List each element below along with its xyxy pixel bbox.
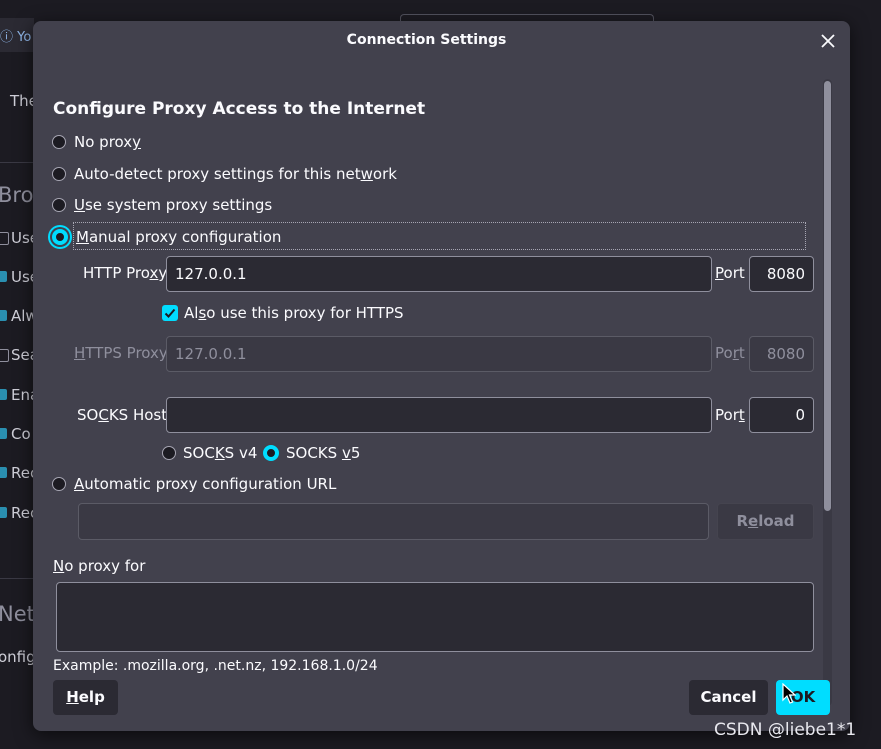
- radio-label: Auto-detect proxy settings for this netw…: [74, 165, 397, 183]
- also-https-checkbox-row[interactable]: Also use this proxy for HTTPS: [162, 304, 404, 322]
- socks-host-label: SOCKS Host: [77, 406, 168, 424]
- radio-button[interactable]: [52, 135, 66, 149]
- no-proxy-for-textarea[interactable]: [56, 582, 814, 652]
- help-button[interactable]: Help: [53, 680, 118, 715]
- socks-port-input[interactable]: 0: [749, 397, 814, 433]
- radio-label: Use system proxy settings: [74, 196, 273, 214]
- background-divider: [0, 162, 34, 163]
- section-heading: Configure Proxy Access to the Internet: [53, 99, 426, 119]
- https-proxy-label: HTTPS Proxy: [74, 344, 168, 362]
- checkmark-icon: [164, 308, 176, 318]
- background-checkbox: [0, 428, 7, 439]
- radio-button[interactable]: [162, 446, 176, 460]
- https-port-label: Port: [715, 344, 745, 362]
- radio-label: SOCKS v5: [286, 444, 361, 462]
- background-notification-text: ⓘ Yo: [0, 30, 32, 45]
- radio-system-proxy[interactable]: Use system proxy settings: [52, 194, 272, 216]
- reload-button[interactable]: Reload: [717, 503, 814, 540]
- socks-port-label: Port: [715, 406, 745, 424]
- http-port-input[interactable]: 8080: [749, 256, 814, 292]
- background-checkbox: [0, 389, 7, 400]
- background-checkbox: [0, 310, 7, 321]
- mouse-cursor-icon: [782, 682, 797, 705]
- radio-button[interactable]: [263, 445, 279, 461]
- radio-button[interactable]: [52, 477, 66, 491]
- background-text: onfig: [0, 648, 36, 666]
- watermark: CSDN @liebe1*1: [714, 720, 857, 740]
- radio-auto-proxy-url[interactable]: Automatic proxy configuration URL: [52, 473, 336, 495]
- https-proxy-input[interactable]: 127.0.0.1: [166, 336, 712, 372]
- radio-no-proxy[interactable]: No proxy: [52, 131, 141, 153]
- http-port-label: Port: [715, 264, 745, 282]
- background-checkbox: [0, 232, 9, 245]
- background-checkbox: [0, 349, 9, 362]
- no-proxy-for-label: No proxy for: [53, 557, 146, 575]
- connection-settings-dialog: Connection Settings Configure Proxy Acce…: [33, 21, 850, 731]
- auto-proxy-url-input[interactable]: [78, 503, 709, 540]
- radio-label: SOCKS v4: [183, 444, 258, 462]
- also-https-label: Also use this proxy for HTTPS: [184, 304, 404, 322]
- radio-manual-proxy[interactable]: Manual proxy configuration: [52, 226, 281, 248]
- checkbox-checked[interactable]: [162, 305, 178, 321]
- dialog-scrollbar[interactable]: [823, 79, 832, 706]
- no-proxy-example: Example: .mozilla.org, .net.nz, 192.168.…: [53, 658, 378, 674]
- background-notification-bar: ⓘ Yo: [0, 18, 34, 52]
- close-icon[interactable]: [817, 30, 839, 52]
- socks-host-input[interactable]: [166, 397, 712, 433]
- dialog-titlebar: Connection Settings: [33, 21, 850, 61]
- background-checkbox: [0, 507, 7, 518]
- background-checkbox: [0, 467, 7, 478]
- dialog-title: Connection Settings: [346, 32, 507, 48]
- background-checkbox: [0, 271, 7, 282]
- radio-label: No proxy: [74, 133, 142, 151]
- radio-button[interactable]: [52, 198, 66, 212]
- radio-socks-v5[interactable]: SOCKS v5: [263, 442, 360, 464]
- radio-label: Automatic proxy configuration URL: [74, 475, 337, 493]
- radio-socks-v4[interactable]: SOCKS v4: [162, 442, 257, 464]
- background-text: Co: [11, 425, 31, 443]
- radio-label: Manual proxy configuration: [76, 228, 282, 246]
- radio-auto-detect[interactable]: Auto-detect proxy settings for this netw…: [52, 163, 397, 185]
- https-port-input[interactable]: 8080: [749, 336, 814, 372]
- cancel-button[interactable]: Cancel: [689, 680, 768, 715]
- background-divider: [0, 578, 34, 579]
- scrollbar-thumb[interactable]: [824, 81, 831, 511]
- radio-button[interactable]: [52, 167, 66, 181]
- radio-button[interactable]: [52, 229, 68, 245]
- http-proxy-label: HTTP Proxy: [83, 264, 168, 282]
- http-proxy-input[interactable]: 127.0.0.1: [166, 256, 712, 292]
